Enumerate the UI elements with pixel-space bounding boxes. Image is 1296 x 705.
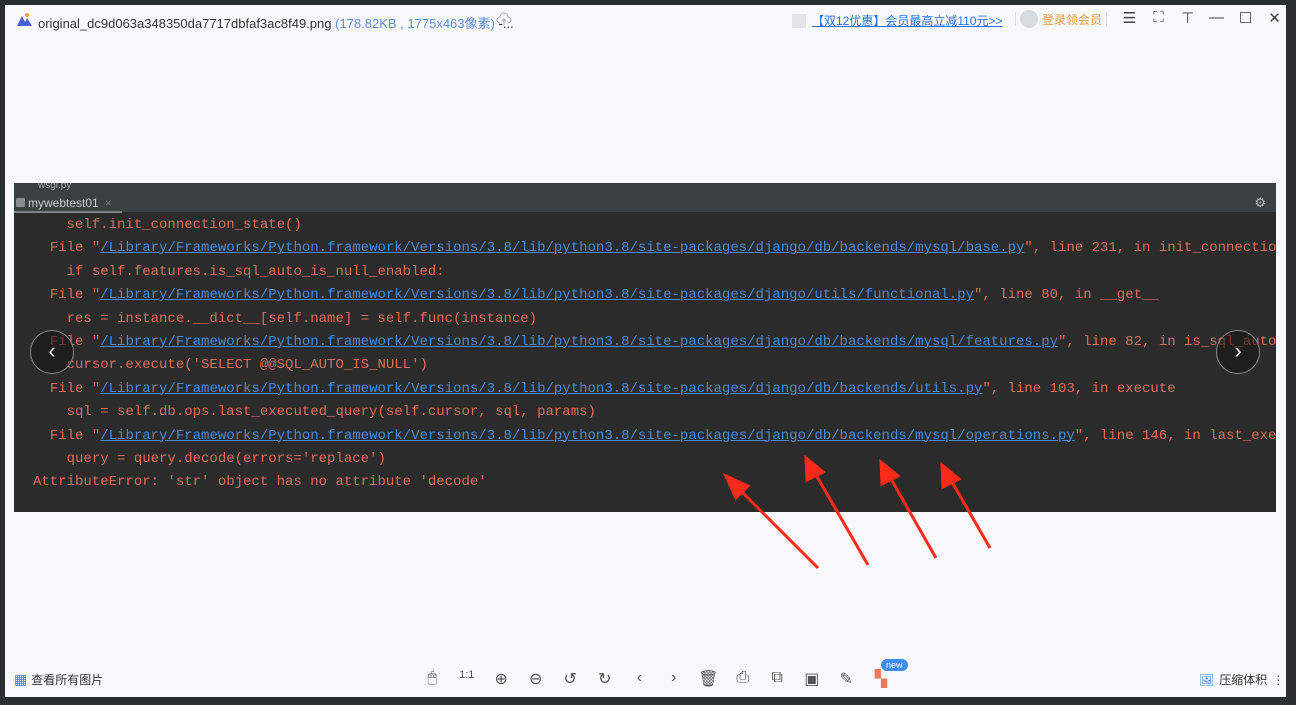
traceback-line: self.init_connection_state() — [14, 214, 1276, 237]
promo-banner[interactable]: 【双12优惠】会员最高立减110元>> — [792, 12, 1003, 29]
apps-icon[interactable]: ▚ — [864, 669, 899, 689]
tab-close-icon: × — [104, 196, 112, 210]
convert-icon[interactable]: ⧉ — [760, 669, 795, 689]
code-text: query = query.decode(errors='replace') — [66, 450, 386, 467]
rotate-right-icon[interactable]: ↻ — [588, 669, 623, 689]
title-bar: original_dc9d063a348350da7717dbfaf3ac8f4… — [5, 5, 1286, 35]
file-path-link: /Library/Frameworks/Python.framework/Ver… — [100, 380, 983, 397]
file-meta: (178.82KB , 1775x463像素) — [335, 16, 495, 31]
file-tab-strip: wsgi.py — [14, 183, 1276, 193]
login-label: 登录领会员 — [1042, 12, 1103, 27]
tab-label: mywebtest01 — [28, 196, 99, 210]
minimize-icon[interactable]: — — [1202, 9, 1231, 27]
file-path-link: /Library/Frameworks/Python.framework/Ver… — [100, 427, 1075, 444]
next-image-button[interactable]: › — [1216, 330, 1260, 374]
promo-link[interactable]: 【双12优惠】会员最高立减110元>> — [812, 12, 1003, 29]
grid-icon: ▦ — [14, 671, 28, 687]
divider — [1106, 12, 1108, 26]
file-path-link: /Library/Frameworks/Python.framework/Ver… — [100, 240, 1025, 257]
cloud-upload-icon[interactable] — [496, 11, 512, 27]
code-text: AttributeError: 'str' object has no attr… — [33, 474, 487, 491]
compress-button[interactable]: 🖼 压缩体积 ⋮ — [1199, 671, 1284, 688]
run-icon — [16, 198, 25, 207]
compress-label: 压缩体积 — [1219, 673, 1268, 687]
maximize-icon[interactable]: ☐ — [1231, 9, 1260, 27]
code-text: if self.features.is_sql_auto_is_null_ena… — [66, 263, 445, 280]
next-icon[interactable]: › — [657, 669, 692, 689]
file-path-link: /Library/Frameworks/Python.framework/Ver… — [100, 333, 1058, 350]
traceback-line: File "/Library/Frameworks/Python.framewo… — [14, 237, 1276, 260]
file-name: original_dc9d063a348350da7717dbfaf3ac8f4… — [38, 16, 332, 31]
avatar — [1020, 10, 1038, 28]
traceback-output: self.init_connection_state() File "/Libr… — [14, 214, 1276, 495]
line-info: ", line 231, in init_connection_state — [1024, 240, 1276, 257]
edit-icon[interactable]: ✎ — [829, 669, 864, 689]
close-icon[interactable]: ✕ — [1260, 9, 1289, 27]
new-badge: new — [881, 659, 908, 671]
traceback-line: AttributeError: 'str' object has no attr… — [14, 471, 1276, 494]
traceback-line: File "/Library/Frameworks/Python.framewo… — [14, 425, 1276, 448]
line-info: ", line 146, in last_executed_query — [1074, 427, 1276, 444]
mouse-icon[interactable]: 🖱 — [415, 669, 450, 689]
traceback-line: if self.features.is_sql_auto_is_null_ena… — [14, 261, 1276, 284]
traceback-line: res = instance.__dict__[self.name] = sel… — [14, 308, 1276, 331]
file-prefix: File " — [49, 240, 101, 257]
traceback-line: File "/Library/Frameworks/Python.framewo… — [14, 284, 1276, 307]
line-info: ", line 103, in execute — [982, 380, 1176, 397]
code-text: cursor.execute('SELECT @@SQL_AUTO_IS_NUL… — [66, 357, 428, 374]
previous-icon[interactable]: ‹ — [622, 669, 657, 689]
code-text: self.init_connection_state() — [66, 217, 302, 233]
run-tab: mywebtest01 × — [14, 193, 122, 213]
print-icon[interactable]: ⎙ — [726, 669, 761, 689]
file-path-link: /Library/Frameworks/Python.framework/Ver… — [100, 287, 974, 304]
fullscreen-icon[interactable]: ⛶ — [1144, 9, 1173, 27]
traceback-line: File "/Library/Frameworks/Python.framewo… — [14, 378, 1276, 401]
pin-icon[interactable]: ⊤ — [1173, 9, 1202, 27]
file-prefix: File " — [49, 287, 101, 304]
traceback-line: File "/Library/Frameworks/Python.framewo… — [14, 331, 1276, 354]
displayed-image: wsgi.py mywebtest01 × ⚙ self.init_connect… — [14, 183, 1276, 512]
file-prefix: File " — [49, 380, 101, 397]
delete-icon[interactable]: 🗑 — [691, 669, 726, 689]
image-viewer-window: original_dc9d063a348350da7717dbfaf3ac8f4… — [5, 5, 1286, 697]
gear-icon: ⚙ — [1254, 195, 1266, 210]
code-text: sql = self.db.ops.last_executed_query(se… — [66, 404, 596, 421]
file-title: original_dc9d063a348350da7717dbfaf3ac8f4… — [38, 13, 514, 32]
image-icon: 🖼 — [1199, 672, 1215, 687]
line-info: ", line 80, in __get__ — [973, 287, 1159, 304]
more-icon[interactable]: ⋮ — [1272, 673, 1284, 687]
view-all-label: 查看所有图片 — [31, 673, 104, 687]
zoom-out-icon[interactable]: ⊖ — [519, 669, 554, 689]
zoom-in-icon[interactable]: ⊕ — [484, 669, 519, 689]
traceback-line: query = query.decode(errors='replace') — [14, 448, 1276, 471]
menu-icon[interactable]: ☰ — [1115, 9, 1144, 27]
rotate-left-icon[interactable]: ↺ — [553, 669, 588, 689]
view-all-pictures-button[interactable]: ▦ 查看所有图片 — [14, 671, 103, 688]
promo-icon — [792, 13, 806, 28]
bottom-toolbar: ▦ 查看所有图片 🖱 1:1 ⊕ ⊖ ↺ ↻ ‹ › 🗑 ⎙ ⧉ ▣ ✎ ▚ ne… — [5, 659, 1286, 697]
to-word-icon[interactable]: ▣ — [795, 669, 830, 689]
traceback-line: cursor.execute('SELECT @@SQL_AUTO_IS_NUL… — [14, 354, 1276, 377]
actual-size-button[interactable]: 1:1 — [450, 669, 485, 689]
run-tab-bar: mywebtest01 × ⚙ — [14, 193, 1276, 213]
previous-image-button[interactable]: ‹ — [30, 330, 74, 374]
login-button[interactable]: 登录领会员 — [1015, 10, 1108, 28]
file-prefix: File " — [49, 427, 101, 444]
divider — [1015, 12, 1016, 26]
traceback-line: sql = self.db.ops.last_executed_query(se… — [14, 401, 1276, 424]
code-text: res = instance.__dict__[self.name] = sel… — [66, 310, 538, 327]
app-logo-icon — [17, 13, 32, 26]
